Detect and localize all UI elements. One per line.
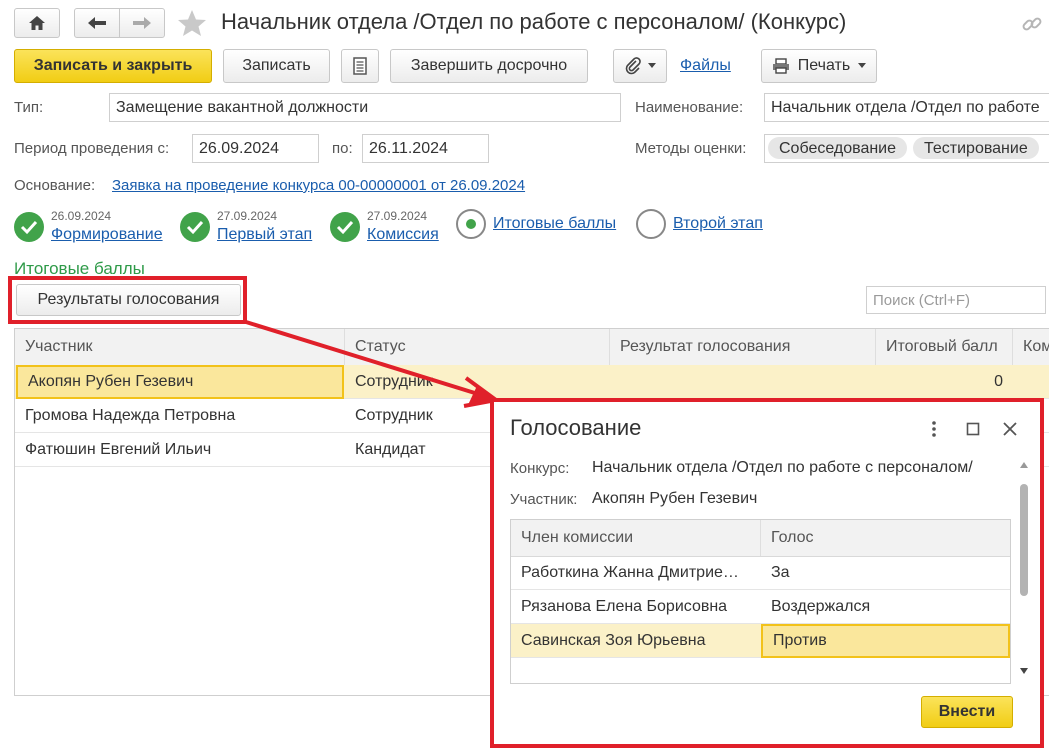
vote-row[interactable]: Рязанова Елена Борисовна Воздержался bbox=[511, 590, 1010, 624]
votes-table-header: Член комиссии Голос bbox=[511, 520, 1010, 557]
vote-cell[interactable]: Воздержался bbox=[761, 590, 1010, 624]
scroll-up-icon[interactable] bbox=[1020, 462, 1028, 468]
scrollbar-thumb[interactable] bbox=[1020, 484, 1028, 596]
column-header[interactable]: Голос bbox=[761, 520, 1010, 556]
maximize-icon[interactable] bbox=[966, 422, 980, 436]
member-cell[interactable]: Рязанова Елена Борисовна bbox=[511, 590, 761, 624]
submit-button[interactable]: Внести bbox=[921, 696, 1013, 728]
member-cell[interactable]: Савинская Зоя Юрьевна bbox=[511, 624, 761, 658]
more-icon[interactable] bbox=[930, 420, 938, 438]
column-header[interactable]: Член комиссии bbox=[511, 520, 761, 556]
member-cell[interactable]: Работкина Жанна Дмитрие… bbox=[511, 556, 761, 590]
dialog-title: Голосование bbox=[510, 415, 642, 440]
votes-table: Член комиссии Голос Работкина Жанна Дмит… bbox=[510, 519, 1011, 684]
vote-row[interactable]: Работкина Жанна Дмитрие… За bbox=[511, 556, 1010, 590]
dialog-scrollbar[interactable] bbox=[1019, 462, 1029, 682]
vote-cell[interactable]: Против bbox=[761, 624, 1010, 658]
contest-value: Начальник отдела /Отдел по работе с перс… bbox=[592, 459, 973, 476]
voting-dialog-frame: Голосование Конкурс: Начальник отдела /О… bbox=[490, 398, 1044, 748]
vote-cell[interactable]: За bbox=[761, 556, 1010, 590]
participant-label: Участник: bbox=[510, 491, 578, 508]
vote-row[interactable]: Савинская Зоя Юрьевна Против bbox=[511, 624, 1010, 658]
contest-label: Конкурс: bbox=[510, 460, 570, 477]
scroll-down-icon[interactable] bbox=[1020, 668, 1028, 674]
close-icon[interactable] bbox=[1002, 421, 1018, 437]
participant-value: Акопян Рубен Гезевич bbox=[592, 490, 758, 507]
